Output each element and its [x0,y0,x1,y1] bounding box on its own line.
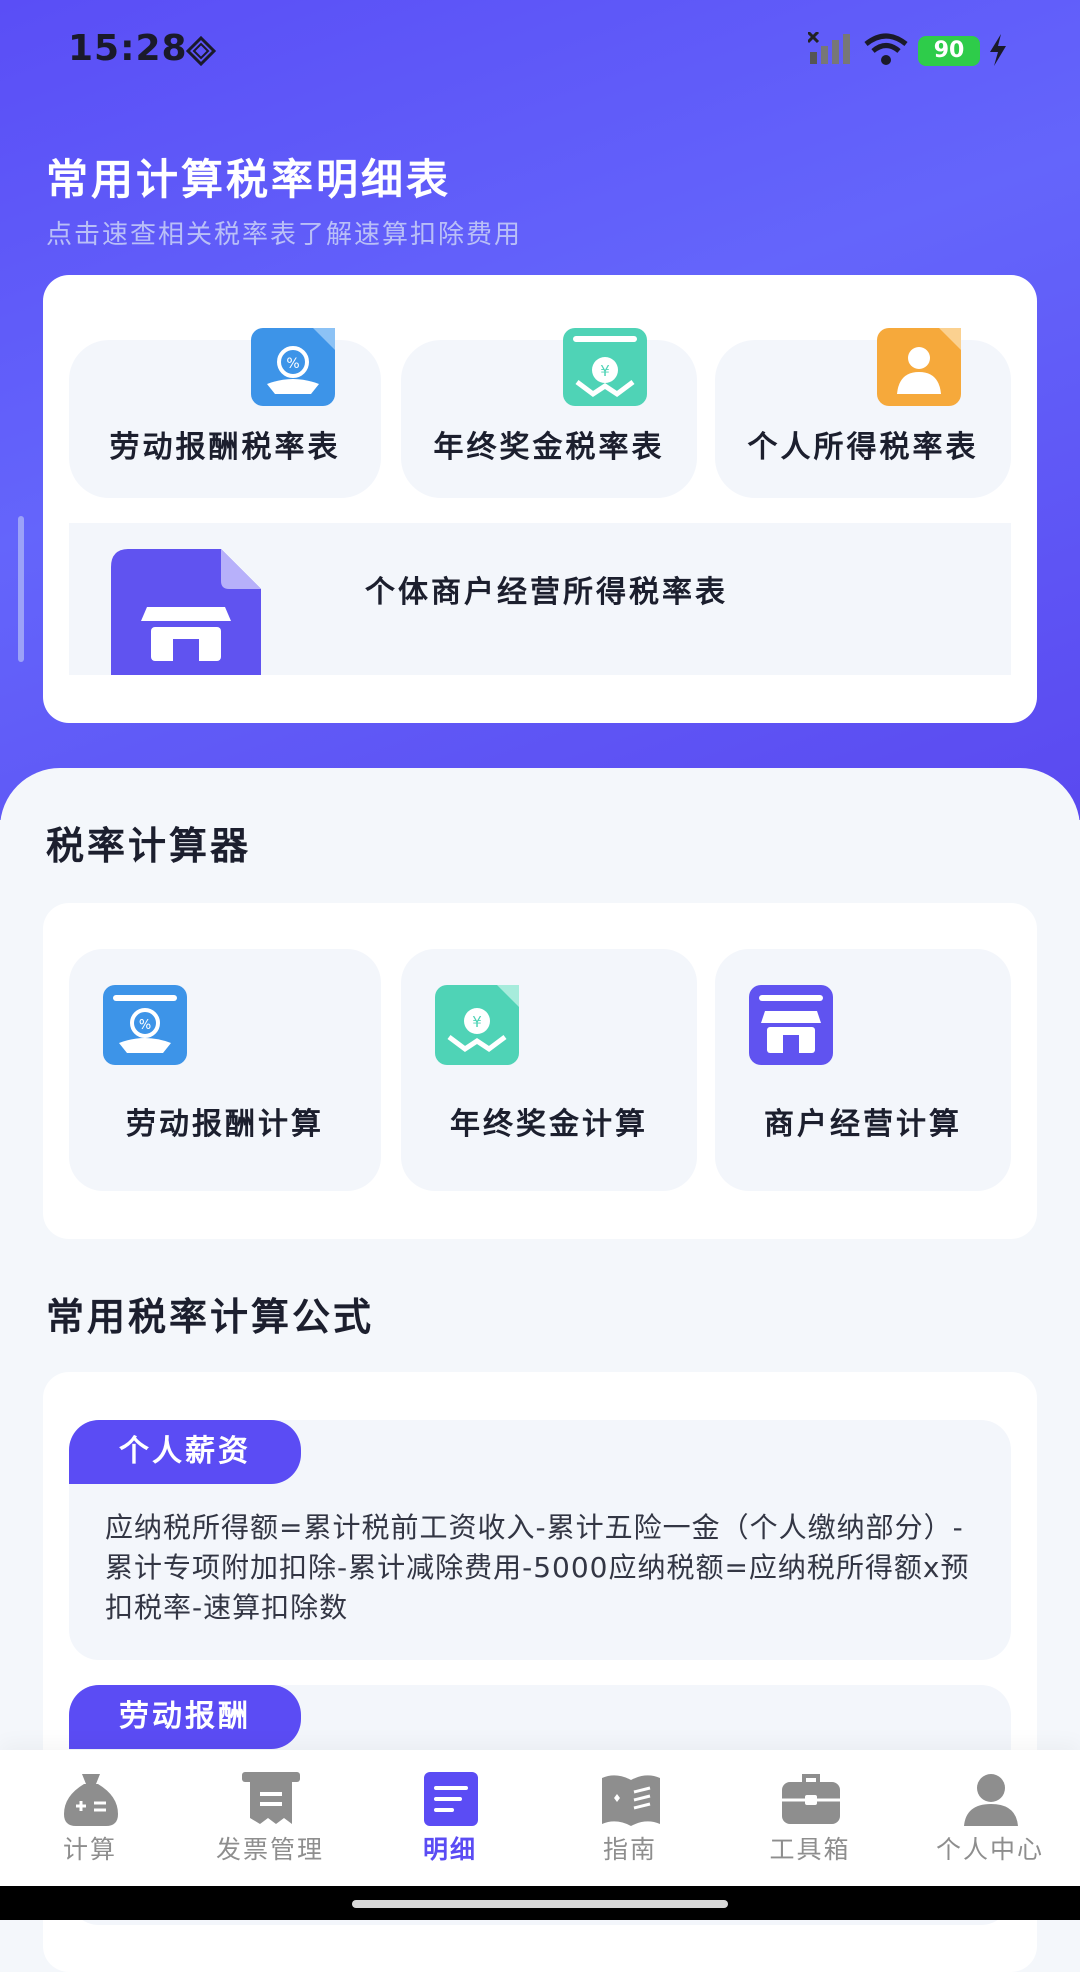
svg-text:%: % [286,356,299,372]
status-time: 15:28 [68,28,188,69]
page-title: 常用计算税率明细表 [46,155,452,204]
shop-store-icon [111,549,261,675]
rate-tile-label: 劳动报酬税率表 [109,430,341,465]
signal-icon [808,32,850,64]
tab-invoice[interactable]: 发票管理 [180,1750,360,1886]
calculator-section-title: 税率计算器 [46,824,252,868]
tab-label: 工具箱 [769,1835,851,1864]
tab-label: 个人中心 [935,1835,1044,1864]
scroll-indicator [18,516,24,662]
formula-box-salary: 个人薪资 应纳税所得额=累计税前工资收入-累计五险一金（个人缴纳部分）-累计专项… [69,1420,1011,1660]
rate-tile-label: 个人所得税率表 [747,430,979,465]
rate-tile-shop-label: 个体商户经营所得税率表 [365,575,728,610]
tab-label: 发票管理 [215,1835,324,1864]
calc-tile-label: 年终奖金计算 [450,1107,648,1142]
tab-label: 明细 [422,1835,477,1864]
calc-tile-label: 劳动报酬计算 [126,1107,324,1142]
guide-book-icon [602,1775,660,1826]
rate-tile-labor[interactable]: % 劳动报酬税率表 [69,328,381,498]
toolbox-icon [782,1774,840,1824]
detail-list-icon [424,1772,478,1826]
labor-percent-icon: % [251,328,335,406]
user-center-icon [964,1774,1018,1826]
status-bar: 15:28 90 [0,0,1080,100]
page-subtitle: 点击速查相关税率表了解速算扣除费用 [46,220,523,250]
location-icon [186,36,216,66]
svg-text:¥: ¥ [600,362,610,380]
bonus-yen-icon: ¥ [435,985,519,1065]
tab-guide[interactable]: 指南 [540,1750,720,1886]
formula-tag: 劳动报酬 [69,1685,301,1749]
battery-badge: 90 [918,36,980,66]
invoice-icon [242,1772,300,1824]
tab-detail[interactable]: 明细 [360,1750,540,1886]
formula-tag: 个人薪资 [69,1420,301,1484]
tab-label: 计算 [62,1835,117,1864]
calculator-card: % 劳动报酬计算 ¥ 年终奖金计算 商户经营计算 [43,903,1037,1239]
tab-calculate[interactable]: 计算 [0,1750,180,1886]
wifi-icon [864,33,908,65]
calc-tile-label: 商户经营计算 [764,1107,962,1142]
calc-tile-bonus[interactable]: ¥ 年终奖金计算 [401,949,697,1191]
svg-text:%: % [139,1018,151,1033]
bottom-tab-bar: 计算 发票管理 明细 指南 工具箱 个人中心 [0,1750,1080,1886]
shop-store-icon [749,985,833,1065]
calc-tile-labor[interactable]: % 劳动报酬计算 [69,949,381,1191]
system-nav-bar [0,1886,1080,1920]
tab-user-center[interactable]: 个人中心 [900,1750,1080,1886]
calculator-bag-icon [64,1774,118,1826]
formula-section-title: 常用税率计算公式 [46,1295,375,1339]
rate-tile-shop[interactable]: 个体商户经营所得税率表 [69,523,1011,675]
rate-table-card: % 劳动报酬税率表 ¥ 年终奖金税率表 个人所得税率表 个体商户经营所得税率表 [43,275,1037,723]
tab-toolbox[interactable]: 工具箱 [720,1750,900,1886]
calc-tile-shop[interactable]: 商户经营计算 [715,949,1011,1191]
home-indicator[interactable] [352,1900,728,1908]
rate-tile-personal[interactable]: 个人所得税率表 [715,328,1011,498]
rate-tile-label: 年终奖金税率表 [433,430,665,465]
svg-text:¥: ¥ [472,1013,482,1031]
tab-label: 指南 [602,1835,657,1864]
labor-percent-icon: % [103,985,187,1065]
charging-icon [990,34,1006,66]
formula-text: 应纳税所得额=累计税前工资收入-累计五险一金（个人缴纳部分）-累计专项附加扣除-… [105,1511,970,1624]
personal-user-icon [877,328,961,406]
rate-tile-bonus[interactable]: ¥ 年终奖金税率表 [401,328,697,498]
bonus-yen-icon: ¥ [563,328,647,406]
